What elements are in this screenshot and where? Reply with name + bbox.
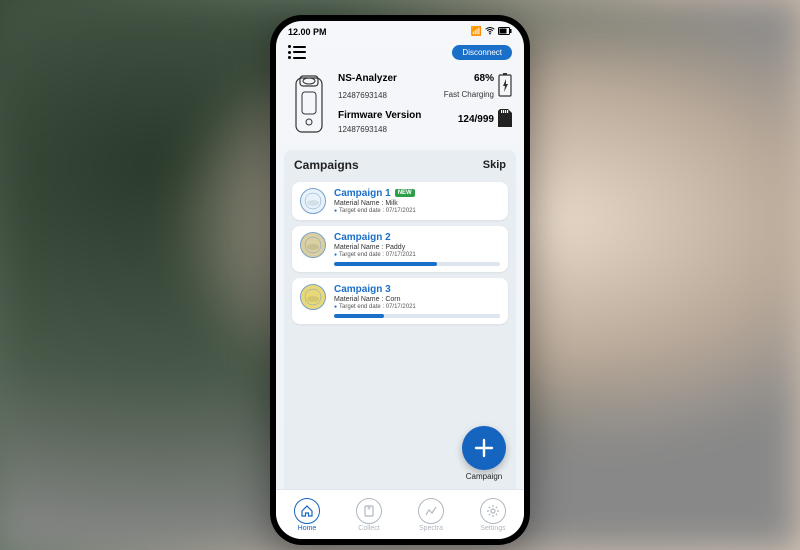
campaigns-header: Campaigns Skip <box>284 150 516 176</box>
battery-percent: 68% <box>444 73 494 84</box>
plus-icon <box>473 437 495 459</box>
campaigns-title: Campaigns <box>294 158 359 172</box>
campaign-material: Material Name : Paddy <box>334 244 500 251</box>
device-info: NS-Analyzer 68% 12487693148 Fast Chargin… <box>338 70 512 136</box>
battery-status: Fast Charging <box>444 90 494 99</box>
fab-label: Campaign <box>466 472 502 481</box>
nav-label: Home <box>298 525 317 532</box>
campaign-meta: Target end date : 07/17/2021 <box>334 252 500 258</box>
top-bar: Disconnect <box>276 43 524 66</box>
device-name: NS-Analyzer <box>338 73 440 84</box>
campaign-list: Campaign 1 NEW Material Name : Milk Targ… <box>284 176 516 489</box>
campaign-card[interactable]: Campaign 2 Material Name : Paddy Target … <box>292 226 508 272</box>
campaign-progress <box>334 262 500 266</box>
campaign-material: Material Name : Milk <box>334 200 500 207</box>
nav-collect[interactable]: Collect <box>356 498 382 532</box>
device-serial: 12487693148 <box>338 91 440 100</box>
nav-label: Settings <box>480 525 505 532</box>
screen: 12.00 PM 📶 Disconnect <box>276 21 524 539</box>
campaign-meta: Target end date : 07/17/2021 <box>334 304 500 310</box>
spectra-icon <box>418 498 444 524</box>
battery-status-icon <box>498 27 512 37</box>
status-icons: 📶 <box>471 26 512 37</box>
nav-settings[interactable]: Settings <box>480 498 506 532</box>
phone-frame: 12.00 PM 📶 Disconnect <box>270 15 530 545</box>
wifi-icon <box>485 27 495 37</box>
nav-home[interactable]: Home <box>294 498 320 532</box>
device-image <box>288 70 330 136</box>
campaign-progress <box>334 314 500 318</box>
disconnect-button[interactable]: Disconnect <box>452 45 512 60</box>
sd-card-icon <box>498 109 512 129</box>
status-bar: 12.00 PM 📶 <box>276 21 524 43</box>
firmware-value: 12487693148 <box>338 125 440 134</box>
signal-icon: 📶 <box>471 26 482 37</box>
settings-icon <box>480 498 506 524</box>
collect-icon <box>356 498 382 524</box>
nav-label: Spectra <box>419 525 443 532</box>
device-card: NS-Analyzer 68% 12487693148 Fast Chargin… <box>286 66 514 146</box>
firmware-label: Firmware Version <box>338 110 440 121</box>
campaign-title: Campaign 3 <box>334 284 391 295</box>
nav-label: Collect <box>358 525 379 532</box>
campaign-avatar <box>300 188 326 214</box>
bottom-nav: Home Collect Spectra Settings <box>276 489 524 539</box>
status-time: 12.00 PM <box>288 27 327 37</box>
campaign-card[interactable]: Campaign 1 NEW Material Name : Milk Targ… <box>292 182 508 220</box>
battery-icon <box>498 73 512 99</box>
skip-link[interactable]: Skip <box>483 159 506 171</box>
home-icon <box>294 498 320 524</box>
campaign-avatar <box>300 284 326 310</box>
campaign-meta: Target end date : 07/17/2021 <box>334 208 500 214</box>
campaign-card[interactable]: Campaign 3 Material Name : Corn Target e… <box>292 278 508 324</box>
new-badge: NEW <box>395 189 415 197</box>
add-campaign-fab: Campaign <box>462 426 506 481</box>
campaign-title: Campaign 2 <box>334 232 391 243</box>
campaign-title: Campaign 1 <box>334 188 391 199</box>
storage-count: 124/999 <box>444 114 494 125</box>
menu-icon[interactable] <box>288 45 306 59</box>
campaign-avatar <box>300 232 326 258</box>
campaign-material: Material Name : Corn <box>334 296 500 303</box>
add-campaign-button[interactable] <box>462 426 506 470</box>
nav-spectra[interactable]: Spectra <box>418 498 444 532</box>
